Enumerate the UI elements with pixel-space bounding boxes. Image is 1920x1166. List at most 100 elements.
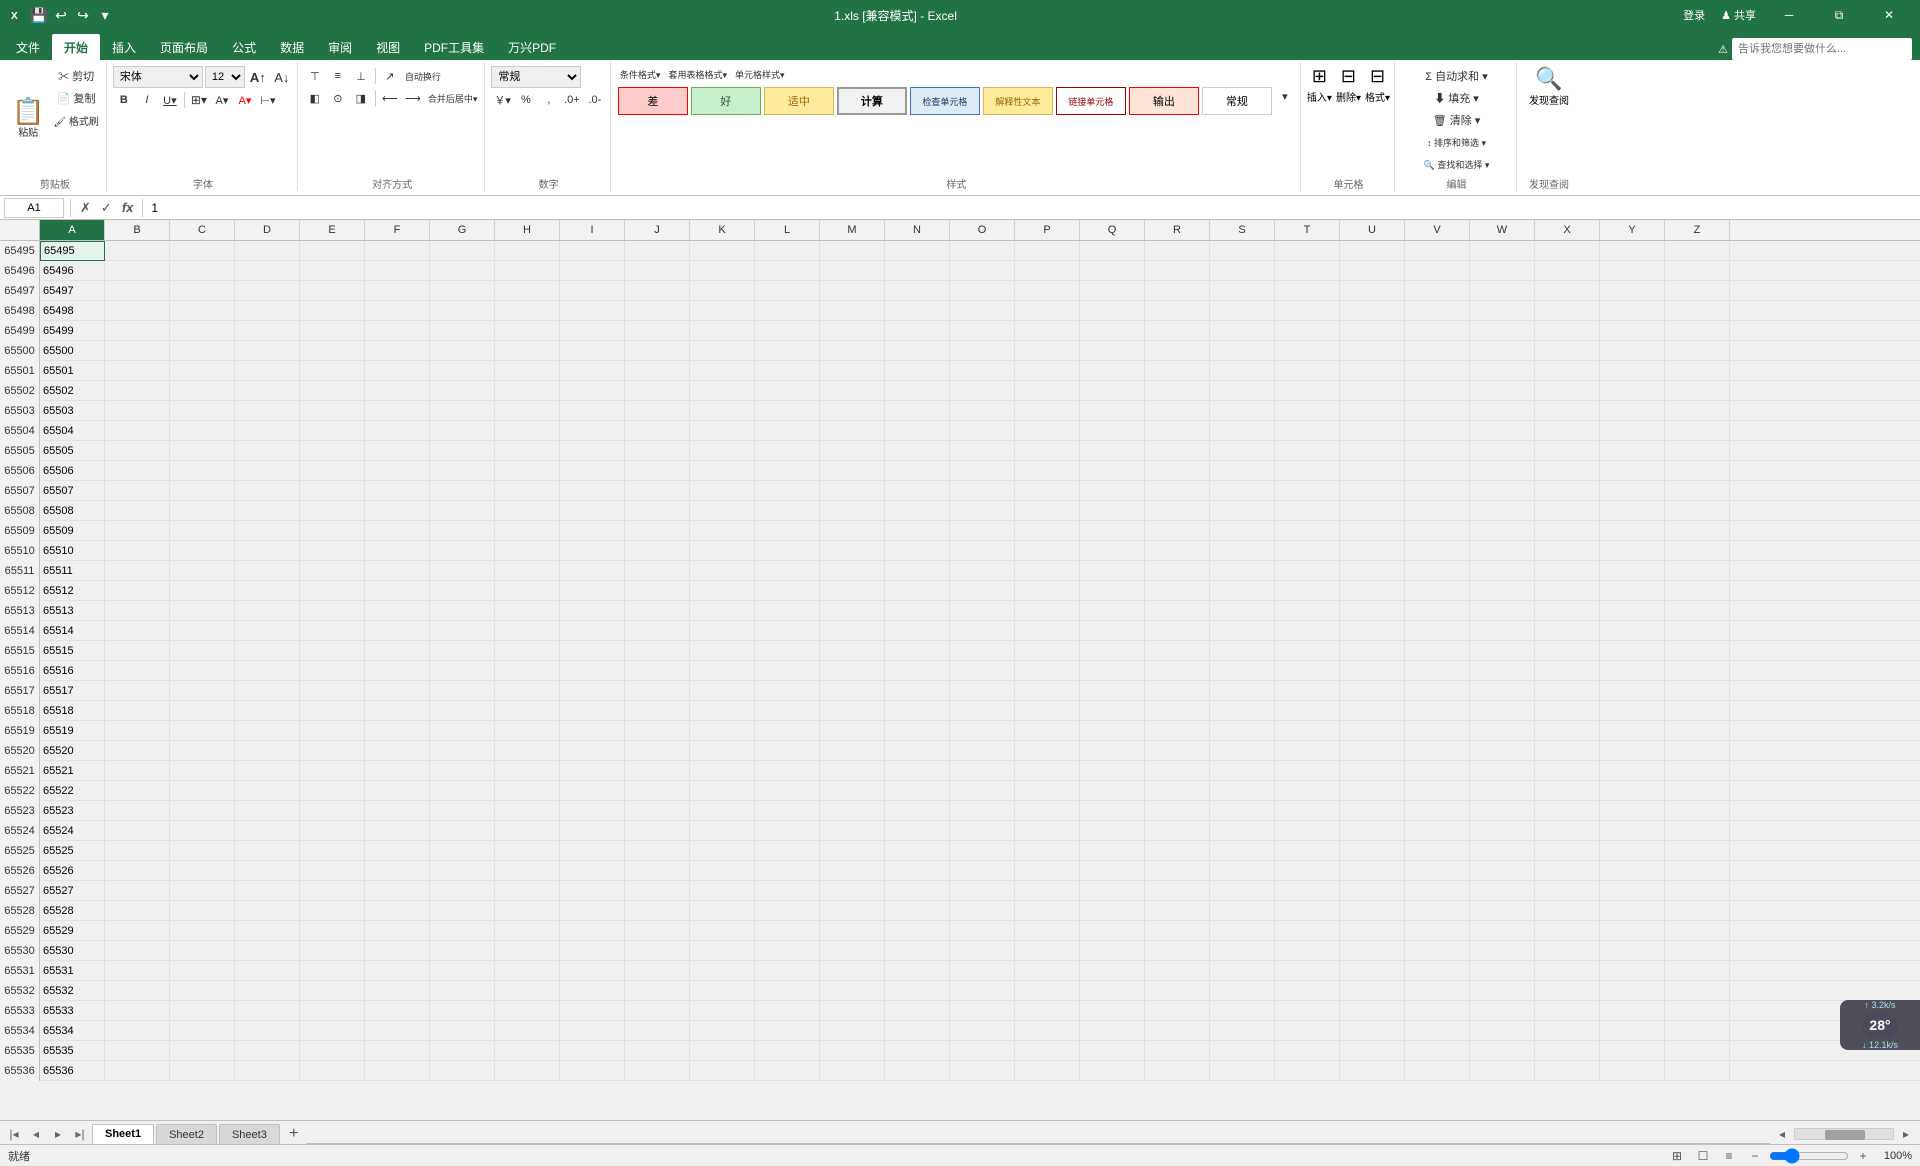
comma-btn[interactable]: ,: [538, 90, 560, 110]
grid-cell[interactable]: [820, 461, 885, 481]
grid-cell[interactable]: [1080, 861, 1145, 881]
discover-btn[interactable]: 🔍 发现查阅: [1529, 62, 1569, 174]
tab-data[interactable]: 数据: [268, 34, 316, 60]
grid-cell[interactable]: [1665, 481, 1730, 501]
grid-cell[interactable]: [690, 361, 755, 381]
grid-cell[interactable]: [1535, 801, 1600, 821]
grid-cell[interactable]: [1145, 621, 1210, 641]
grid-cell[interactable]: [560, 841, 625, 861]
grid-cell[interactable]: [1405, 781, 1470, 801]
grid-cell[interactable]: [1600, 521, 1665, 541]
grid-cell[interactable]: [1470, 481, 1535, 501]
grid-cell[interactable]: [365, 1021, 430, 1041]
col-header-U[interactable]: U: [1340, 220, 1405, 240]
grid-cell[interactable]: [1015, 561, 1080, 581]
grid-cell[interactable]: [1210, 1001, 1275, 1021]
currency-btn[interactable]: ￥▾: [491, 90, 514, 110]
grid-cell[interactable]: [885, 441, 950, 461]
grid-cell[interactable]: [1470, 741, 1535, 761]
grid-cell[interactable]: [1535, 441, 1600, 461]
grid-cell[interactable]: [1665, 821, 1730, 841]
grid-cell[interactable]: [1470, 941, 1535, 961]
grid-cell[interactable]: [1080, 1061, 1145, 1081]
grid-cell[interactable]: [820, 841, 885, 861]
align-middle-btn[interactable]: ≡: [327, 66, 349, 86]
row-number[interactable]: 65534: [0, 1021, 40, 1041]
grid-cell[interactable]: [365, 961, 430, 981]
grid-cell[interactable]: [300, 881, 365, 901]
grid-cell[interactable]: [1405, 261, 1470, 281]
grid-cell[interactable]: [300, 701, 365, 721]
grid-cell[interactable]: [170, 841, 235, 861]
grid-cell[interactable]: [1405, 981, 1470, 1001]
grid-cell[interactable]: [495, 601, 560, 621]
grid-cell[interactable]: [1080, 321, 1145, 341]
style-check[interactable]: 检查单元格: [910, 87, 980, 115]
grid-cell[interactable]: 65532: [40, 981, 105, 1001]
grid-cell[interactable]: [1665, 681, 1730, 701]
grid-cell[interactable]: [430, 741, 495, 761]
row-number[interactable]: 65530: [0, 941, 40, 961]
grid-cell[interactable]: [105, 661, 170, 681]
grid-cell[interactable]: [1340, 341, 1405, 361]
grid-cell[interactable]: [1015, 421, 1080, 441]
font-size-select[interactable]: 12: [205, 66, 245, 88]
grid-cell[interactable]: [495, 521, 560, 541]
grid-cell[interactable]: [1665, 301, 1730, 321]
grid-cell[interactable]: [1210, 1021, 1275, 1041]
grid-cell[interactable]: [365, 301, 430, 321]
grid-cell[interactable]: [1210, 741, 1275, 761]
grid-cell[interactable]: [690, 401, 755, 421]
grid-cell[interactable]: [1015, 1041, 1080, 1061]
col-header-Q[interactable]: Q: [1080, 220, 1145, 240]
grid-cell[interactable]: [1535, 641, 1600, 661]
grid-cell[interactable]: [755, 641, 820, 661]
grid-cell[interactable]: [1535, 321, 1600, 341]
grid-cell[interactable]: [560, 401, 625, 421]
grid-cell[interactable]: [1145, 881, 1210, 901]
grid-cell[interactable]: [170, 661, 235, 681]
formula-input[interactable]: [149, 198, 1916, 218]
grid-cell[interactable]: [1665, 381, 1730, 401]
grid-cell[interactable]: [300, 741, 365, 761]
grid-cell[interactable]: [105, 1041, 170, 1061]
grid-cell[interactable]: [560, 621, 625, 641]
grid-cell[interactable]: [1470, 1061, 1535, 1081]
grid-cell[interactable]: [1210, 281, 1275, 301]
grid-cell[interactable]: [690, 261, 755, 281]
grid-cell[interactable]: [1145, 361, 1210, 381]
grid-cell[interactable]: [365, 741, 430, 761]
grid-cell[interactable]: [235, 481, 300, 501]
grid-cell[interactable]: [560, 441, 625, 461]
row-number[interactable]: 65531: [0, 961, 40, 981]
grid-cell[interactable]: [105, 521, 170, 541]
grid-cell[interactable]: [1275, 461, 1340, 481]
grid-cell[interactable]: 65536: [40, 1061, 105, 1081]
grid-cell[interactable]: [1275, 421, 1340, 441]
col-header-I[interactable]: I: [560, 220, 625, 240]
grid-cell[interactable]: [950, 901, 1015, 921]
grid-cell[interactable]: [885, 861, 950, 881]
grid-cell[interactable]: [625, 841, 690, 861]
style-link[interactable]: 链接单元格: [1056, 87, 1126, 115]
grid-cell[interactable]: [1665, 321, 1730, 341]
grid-cell[interactable]: [1145, 241, 1210, 261]
grid-cell[interactable]: [820, 941, 885, 961]
grid-cell[interactable]: [755, 461, 820, 481]
grid-cell[interactable]: 65514: [40, 621, 105, 641]
grid-cell[interactable]: [495, 1061, 560, 1081]
grid-cell[interactable]: [1015, 581, 1080, 601]
grid-cell[interactable]: [1405, 601, 1470, 621]
grid-cell[interactable]: [170, 261, 235, 281]
grid-cell[interactable]: [1535, 261, 1600, 281]
grid-cell[interactable]: [1015, 381, 1080, 401]
grid-cell[interactable]: [105, 461, 170, 481]
grid-cell[interactable]: [300, 321, 365, 341]
grid-cell[interactable]: [1470, 561, 1535, 581]
grid-cell[interactable]: [1405, 241, 1470, 261]
grid-cell[interactable]: [560, 721, 625, 741]
grid-cell[interactable]: [1210, 841, 1275, 861]
grid-cell[interactable]: [300, 241, 365, 261]
grid-cell[interactable]: [625, 901, 690, 921]
grid-cell[interactable]: [1340, 921, 1405, 941]
